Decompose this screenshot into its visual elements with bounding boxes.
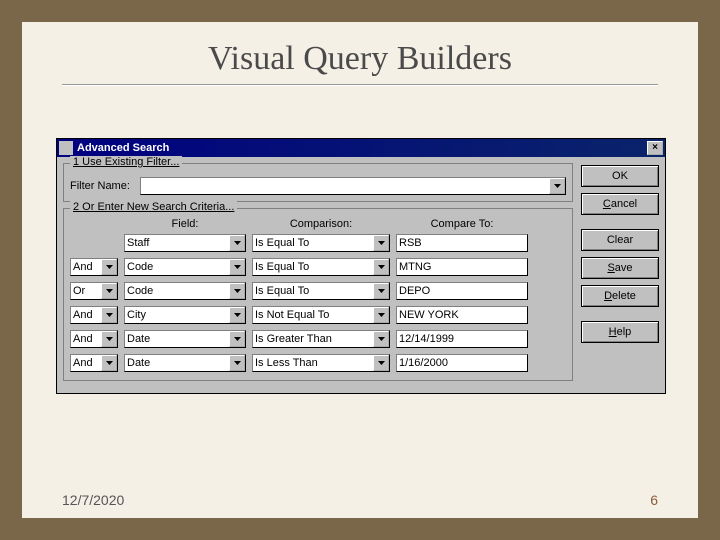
title-divider [62, 84, 658, 86]
criteria-row: Or Code Is Equal To DEPO [70, 282, 566, 300]
footer-date: 12/7/2020 [62, 492, 124, 508]
existing-filter-group: 1 Use Existing Filter... Filter Name: [63, 163, 573, 202]
header-field: Field: [124, 218, 246, 230]
cancel-button[interactable]: Cancel [581, 193, 659, 215]
close-button[interactable]: × [647, 141, 663, 155]
ok-button[interactable]: OK [581, 165, 659, 187]
header-comparison: Comparison: [252, 218, 390, 230]
advanced-search-dialog: Advanced Search × 1 Use Existing Filter.… [56, 138, 666, 394]
comparison-select[interactable]: Is Equal To [252, 282, 390, 300]
chevron-down-icon [229, 355, 245, 371]
logic-select[interactable]: And [70, 258, 118, 276]
chevron-down-icon [229, 331, 245, 347]
logic-select[interactable]: Or [70, 282, 118, 300]
page-number: 6 [650, 492, 658, 508]
chevron-down-icon [101, 283, 117, 299]
chevron-down-icon [101, 307, 117, 323]
criteria-row: And Date Is Greater Than 12/14/1999 [70, 330, 566, 348]
compare-value-input[interactable]: 12/14/1999 [396, 330, 528, 348]
slide-title: Visual Query Builders [22, 22, 698, 84]
field-select[interactable]: Code [124, 258, 246, 276]
chevron-down-icon [373, 283, 389, 299]
header-compare-to: Compare To: [396, 218, 528, 230]
chevron-down-icon [101, 355, 117, 371]
compare-value-input[interactable]: RSB [396, 234, 528, 252]
criteria-row: And City Is Not Equal To NEW YORK [70, 306, 566, 324]
field-select[interactable]: Staff [124, 234, 246, 252]
chevron-down-icon [229, 259, 245, 275]
group1-legend: 1 Use Existing Filter... [70, 156, 182, 168]
chevron-down-icon [229, 235, 245, 251]
comparison-select[interactable]: Is Less Than [252, 354, 390, 372]
filter-name-label: Filter Name: [70, 180, 134, 192]
chevron-down-icon [373, 235, 389, 251]
chevron-down-icon [101, 259, 117, 275]
chevron-down-icon [229, 283, 245, 299]
delete-button[interactable]: Delete [581, 285, 659, 307]
criteria-group: 2 Or Enter New Search Criteria... Field:… [63, 208, 573, 381]
help-button[interactable]: Help [581, 321, 659, 343]
comparison-select[interactable]: Is Equal To [252, 258, 390, 276]
dialog-titlebar: Advanced Search × [57, 139, 665, 157]
field-select[interactable]: Date [124, 354, 246, 372]
comparison-select[interactable]: Is Greater Than [252, 330, 390, 348]
close-icon: × [652, 143, 658, 153]
logic-select[interactable]: And [70, 354, 118, 372]
compare-value-input[interactable]: MTNG [396, 258, 528, 276]
comparison-select[interactable]: Is Equal To [252, 234, 390, 252]
filter-name-combo[interactable] [140, 177, 566, 195]
field-select[interactable]: Code [124, 282, 246, 300]
save-button[interactable]: Save [581, 257, 659, 279]
criteria-row: And Code Is Equal To MTNG [70, 258, 566, 276]
compare-value-input[interactable]: DEPO [396, 282, 528, 300]
compare-value-input[interactable]: NEW YORK [396, 306, 528, 324]
field-select[interactable]: Date [124, 330, 246, 348]
chevron-down-icon [373, 307, 389, 323]
group2-legend: 2 Or Enter New Search Criteria... [70, 201, 237, 213]
dialog-title: Advanced Search [77, 142, 647, 154]
app-icon [59, 141, 73, 155]
chevron-down-icon [373, 331, 389, 347]
criteria-row: Staff Is Equal To RSB [70, 234, 566, 252]
logic-select[interactable]: And [70, 306, 118, 324]
chevron-down-icon [101, 331, 117, 347]
comparison-select[interactable]: Is Not Equal To [252, 306, 390, 324]
chevron-down-icon [229, 307, 245, 323]
chevron-down-icon [373, 355, 389, 371]
logic-select[interactable]: And [70, 330, 118, 348]
criteria-row: And Date Is Less Than 1/16/2000 [70, 354, 566, 372]
clear-button[interactable]: Clear [581, 229, 659, 251]
chevron-down-icon [549, 178, 565, 194]
compare-value-input[interactable]: 1/16/2000 [396, 354, 528, 372]
chevron-down-icon [373, 259, 389, 275]
field-select[interactable]: City [124, 306, 246, 324]
